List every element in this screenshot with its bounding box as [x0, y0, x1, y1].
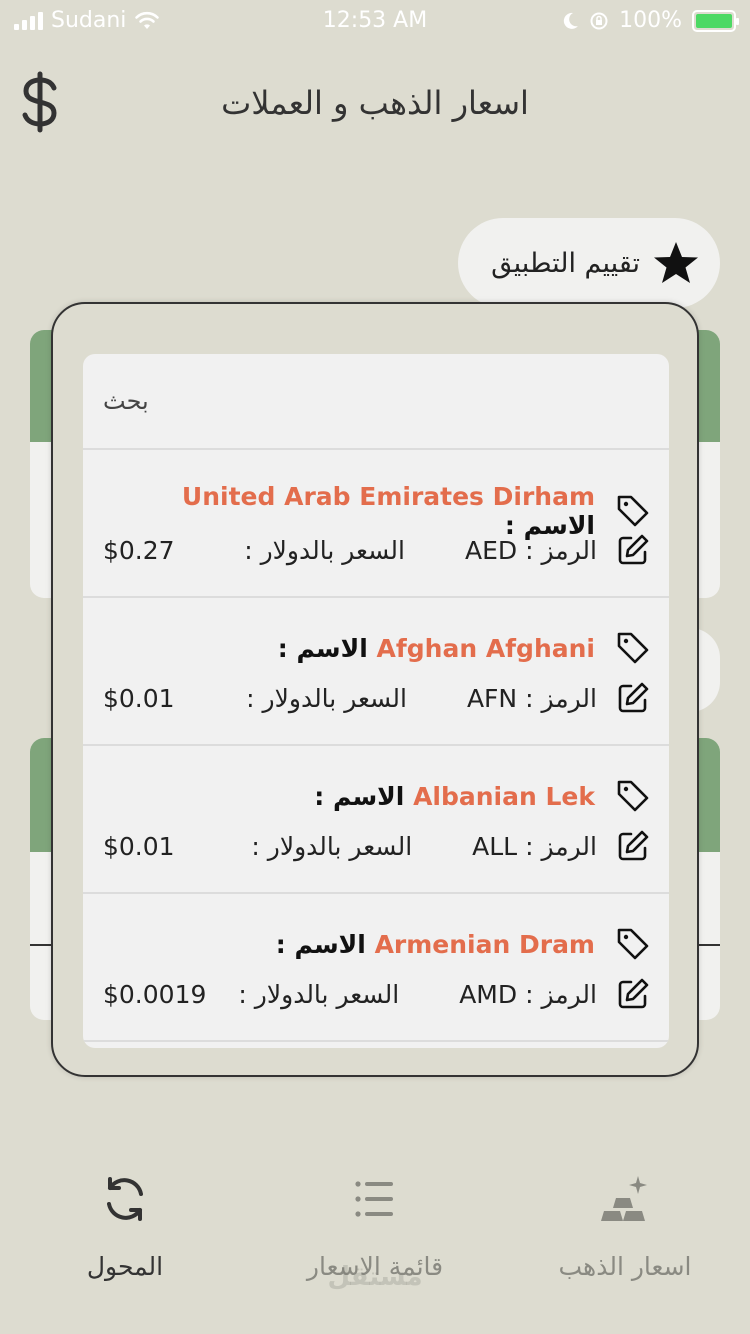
currency-list-item[interactable]: Afghan Afghani الاسم : $0.01 السعر بالدو… [83, 598, 669, 746]
rate-app-label: تقييم التطبيق [491, 247, 640, 279]
currency-name-label: الاسم : [314, 781, 405, 811]
status-right: 100% [561, 8, 739, 33]
currency-symbol-label: الرمز : [525, 979, 597, 1009]
currency-symbol: الرمز : AED [465, 536, 597, 565]
currency-symbol: الرمز : ALL [472, 832, 597, 861]
currency-symbol-label: الرمز : [525, 683, 597, 713]
currency-price-label: السعر بالدولار : [244, 535, 405, 565]
rate-app-button[interactable]: تقييم التطبيق [458, 218, 720, 308]
currency-name-label: الاسم : [277, 633, 368, 663]
currency-symbol-value: AMD [459, 979, 518, 1009]
currency-price-label: السعر بالدولار : [238, 979, 400, 1009]
currency-name: Afghan Afghani [376, 633, 595, 663]
currency-name: Albanian Lek [413, 781, 595, 811]
moon-icon [563, 12, 579, 29]
currency-list-item[interactable]: Albanian Lek الاسم : $0.01 السعر بالدولا… [83, 746, 669, 894]
bottom-nav: المحول قائمة الاسعار اسعار الذهب [0, 1144, 750, 1334]
edit-icon[interactable] [615, 828, 651, 864]
currency-name-label: الاسم : [275, 929, 366, 959]
tag-icon [617, 495, 649, 527]
tab-converter[interactable]: المحول [0, 1144, 250, 1334]
watermark: مستقل [327, 1262, 423, 1292]
currency-symbol: الرمز : AFN [467, 684, 597, 713]
currency-symbol-value: AFN [466, 683, 518, 713]
edit-icon[interactable] [615, 976, 651, 1012]
currency-symbol-label: الرمز : [525, 831, 597, 861]
currency-price-label: السعر بالدولار : [251, 831, 413, 861]
star-icon [654, 242, 698, 283]
battery-percent: 100% [619, 8, 682, 33]
currency-list-item[interactable]: Armenian Dram الاسم : $0.0019 السعر بالد… [83, 894, 669, 1042]
tag-icon [617, 632, 649, 664]
currency-name: Armenian Dram [374, 929, 595, 959]
currency-name-row: Afghan Afghani الاسم : [103, 630, 651, 666]
tab-gold-prices-label: اسعار الذهب [558, 1252, 692, 1281]
currency-symbol-value: ALL [472, 831, 518, 861]
search-input[interactable] [103, 387, 649, 415]
currency-picker-modal: United Arab Emirates Dirham الاسم : $0.2… [51, 302, 699, 1077]
currency-info-row: $0.01 السعر بالدولار : الرمز : ALL [103, 828, 651, 864]
gold-bars-icon [601, 1176, 647, 1221]
dollar-icon[interactable] [18, 70, 62, 134]
rotation-lock-icon [590, 12, 608, 29]
currency-symbol: الرمز : AMD [459, 980, 597, 1009]
page-title: اسعار الذهب و العملات [221, 84, 529, 122]
tab-price-list[interactable]: قائمة الاسعار [250, 1144, 500, 1334]
currency-price: $0.01 [103, 683, 175, 713]
edit-icon[interactable] [615, 680, 651, 716]
tag-icon [617, 780, 649, 812]
currency-name-row: Albanian Lek الاسم : [103, 778, 651, 814]
currency-price: $0.0019 [103, 979, 207, 1009]
currency-list: United Arab Emirates Dirham الاسم : $0.2… [83, 354, 669, 1048]
currency-name-row: Armenian Dram الاسم : [103, 926, 651, 962]
status-bar: Sudani 12:53 AM 100% [0, 0, 750, 40]
battery-icon [692, 9, 739, 32]
currency-info-row: $0.27 السعر بالدولار : الرمز : AED [103, 532, 651, 568]
currency-info-row: $0.0019 السعر بالدولار : الرمز : AMD [103, 976, 651, 1012]
refresh-icon [107, 1177, 143, 1221]
currency-info-row: $0.01 السعر بالدولار : الرمز : AFN [103, 680, 651, 716]
currency-name: United Arab Emirates Dirham [181, 482, 595, 511]
currency-symbol-value: AED [464, 535, 518, 565]
currency-list-item[interactable]: United Arab Emirates Dirham الاسم : $0.2… [83, 450, 669, 598]
currency-price: $0.27 [103, 535, 175, 565]
tab-gold-prices[interactable]: اسعار الذهب [500, 1144, 750, 1334]
edit-icon[interactable] [615, 532, 651, 568]
currency-price: $0.01 [103, 831, 175, 861]
list-icon [355, 1181, 393, 1217]
currency-price-label: السعر بالدولار : [246, 683, 407, 713]
tag-icon [617, 928, 649, 960]
tab-converter-label: المحول [86, 1252, 164, 1281]
search-row [83, 354, 669, 450]
currency-symbol-label: الرمز : [525, 535, 597, 565]
